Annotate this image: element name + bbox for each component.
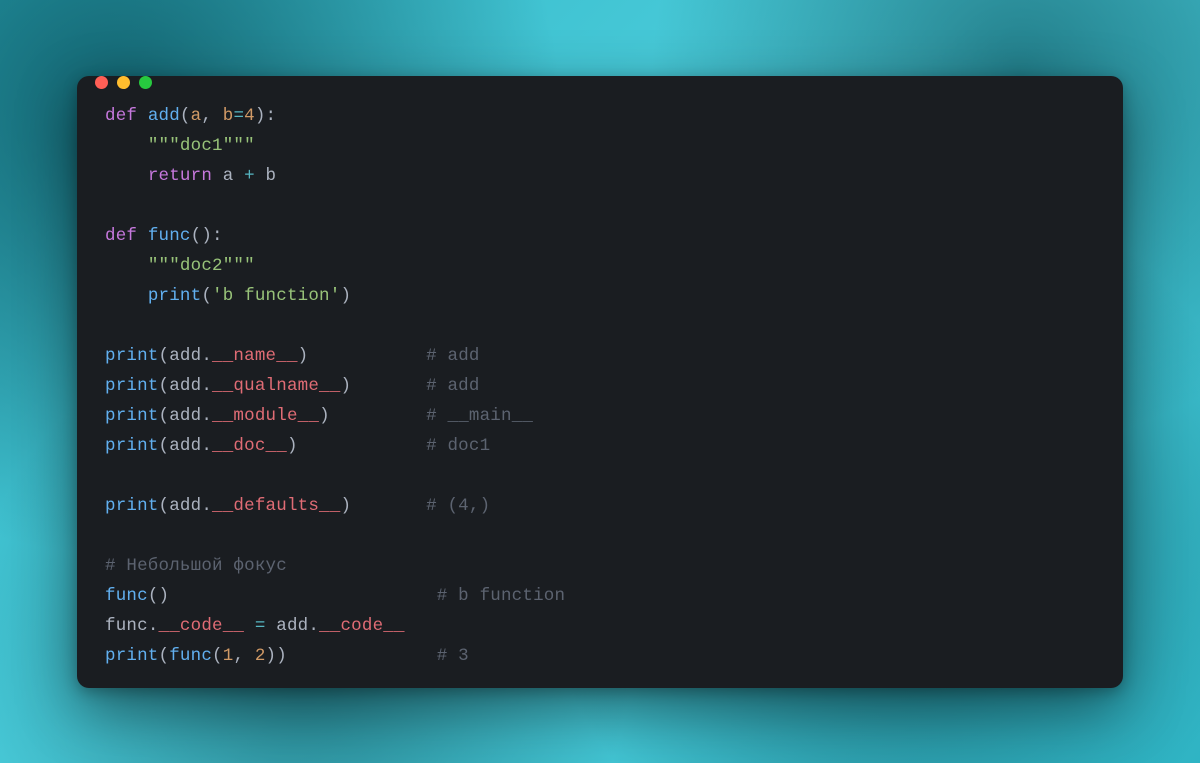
comment: # __main__: [426, 406, 533, 426]
func-name-add: add: [148, 106, 180, 126]
close-icon[interactable]: [95, 76, 108, 89]
call-print: print: [105, 346, 159, 366]
keyword-def: def: [105, 226, 137, 246]
comment: # doc1: [426, 436, 490, 456]
call-print: print: [105, 406, 159, 426]
dunder-code: __code__: [319, 616, 405, 636]
dunder-code: __code__: [159, 616, 245, 636]
arg-2: 2: [255, 646, 266, 666]
docstring-doc2: """doc2""": [148, 256, 255, 276]
call-func: func: [169, 646, 212, 666]
comment: # 3: [437, 646, 469, 666]
code-editor[interactable]: def add(a, b=4): """doc1""" return a + b…: [77, 89, 1123, 688]
default-4: 4: [244, 106, 255, 126]
titlebar: [77, 76, 1123, 89]
func-name-func: func: [148, 226, 191, 246]
param-b: b: [223, 106, 234, 126]
code-window: def add(a, b=4): """doc1""" return a + b…: [77, 76, 1123, 688]
docstring-doc1: """doc1""": [148, 136, 255, 156]
arg-1: 1: [223, 646, 234, 666]
call-print: print: [105, 496, 159, 516]
param-a: a: [191, 106, 202, 126]
keyword-return: return: [148, 166, 212, 186]
call-print: print: [105, 646, 159, 666]
comment-trick: # Небольшой фокус: [105, 556, 287, 576]
call-func: func: [105, 586, 148, 606]
dunder-defaults: __defaults__: [212, 496, 340, 516]
call-print: print: [105, 376, 159, 396]
call-print: print: [148, 286, 202, 306]
string-b-function: 'b function': [212, 286, 340, 306]
dunder-name: __name__: [212, 346, 298, 366]
comment: # add: [426, 346, 480, 366]
minimize-icon[interactable]: [117, 76, 130, 89]
comment: # (4,): [426, 496, 490, 516]
comment: # add: [426, 376, 480, 396]
zoom-icon[interactable]: [139, 76, 152, 89]
dunder-qualname: __qualname__: [212, 376, 340, 396]
dunder-module: __module__: [212, 406, 319, 426]
call-print: print: [105, 436, 159, 456]
keyword-def: def: [105, 106, 137, 126]
comment: # b function: [437, 586, 565, 606]
dunder-doc: __doc__: [212, 436, 287, 456]
